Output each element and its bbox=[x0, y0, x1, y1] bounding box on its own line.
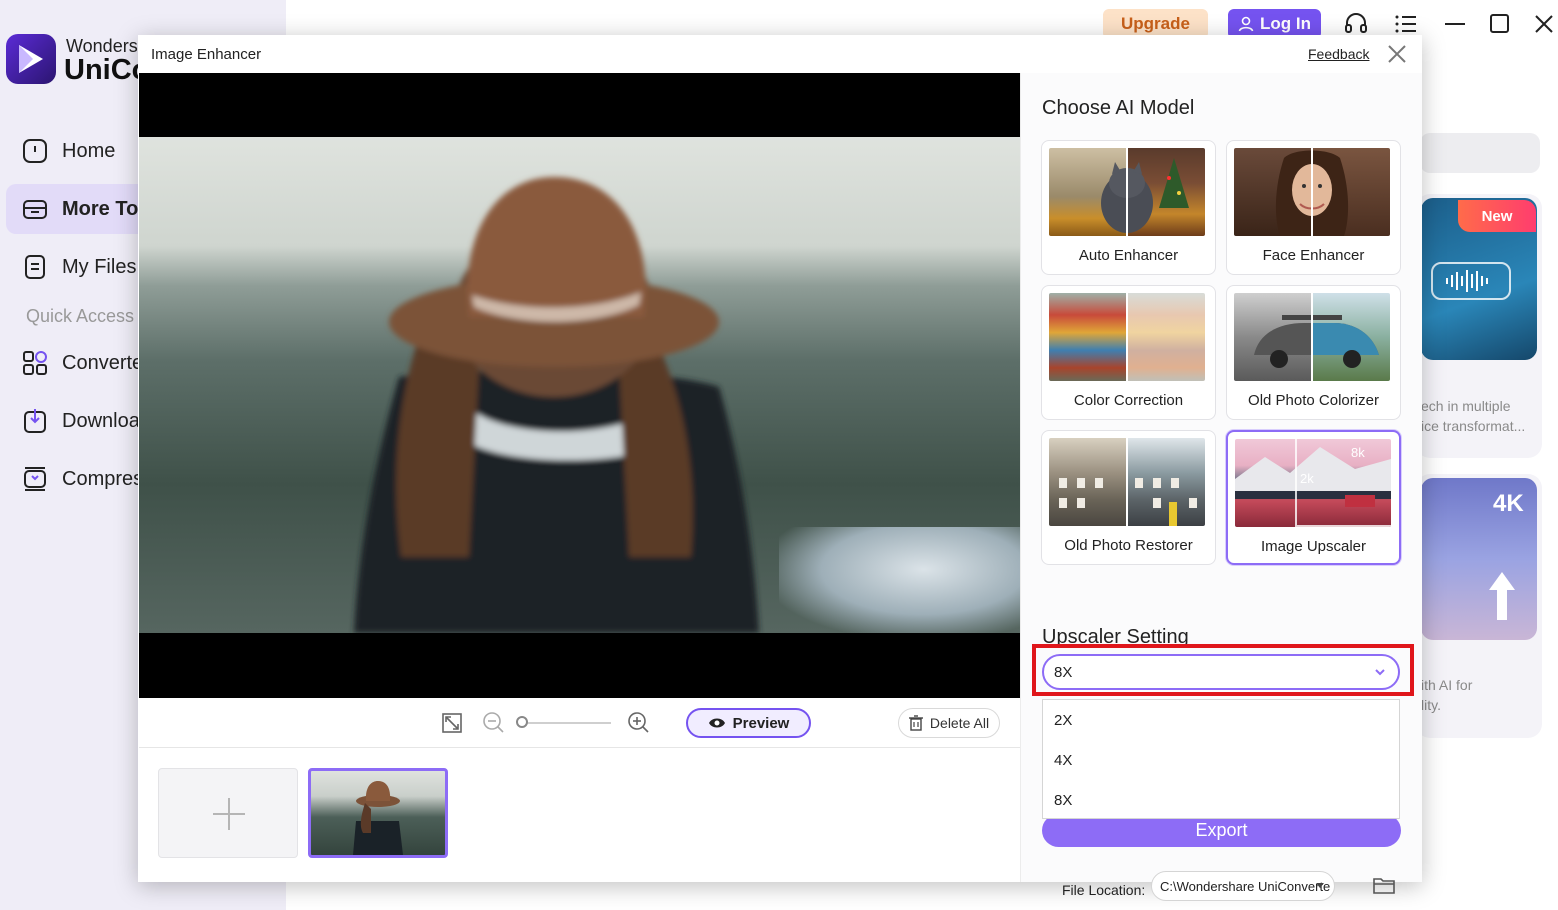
image-enhancer-dialog: Image Enhancer Feedback Preview Delete A… bbox=[138, 35, 1422, 901]
old-photo-colorizer-preview bbox=[1234, 293, 1390, 381]
compress-icon bbox=[24, 467, 46, 491]
sidebar-item-label: Downloa bbox=[62, 409, 140, 432]
eye-icon bbox=[708, 718, 725, 728]
headset-icon[interactable] bbox=[1344, 12, 1368, 36]
file-location-label: File Location: bbox=[1062, 882, 1146, 898]
model-label: Auto Enhancer bbox=[1078, 247, 1179, 264]
zoom-slider-track[interactable] bbox=[521, 722, 611, 724]
feedback-link[interactable]: Feedback bbox=[1308, 46, 1369, 62]
quick-access-label: Quick Access bbox=[26, 306, 135, 326]
thumbnail-person-image bbox=[353, 781, 403, 855]
arrow-up-icon bbox=[1489, 572, 1515, 620]
waveform-icon bbox=[1431, 262, 1511, 300]
close-window-icon[interactable] bbox=[1532, 12, 1556, 36]
image-preview bbox=[139, 73, 1020, 698]
folder-icon[interactable] bbox=[1373, 876, 1395, 894]
delete-all-label: Delete All bbox=[929, 715, 990, 731]
model-label: Image Upscaler bbox=[1260, 538, 1367, 555]
preview-toolbar: Preview Delete All bbox=[139, 698, 1020, 748]
highlight-annotation bbox=[1032, 644, 1414, 696]
preview-photo bbox=[139, 137, 1020, 633]
zoom-out-icon[interactable] bbox=[482, 711, 504, 733]
dialog-title: Image Enhancer bbox=[151, 46, 262, 63]
trash-icon bbox=[908, 715, 923, 731]
upscale-options-dropdown: 2X 4X 8X bbox=[1042, 699, 1400, 819]
model-card-image-upscaler[interactable]: 2k 8k Image Upscaler bbox=[1226, 430, 1401, 565]
feature-desc: ice transformat... bbox=[1421, 418, 1526, 434]
home-icon bbox=[23, 139, 47, 163]
face-enhancer-preview bbox=[1234, 148, 1390, 236]
user-icon bbox=[1238, 16, 1254, 32]
preview-button[interactable]: Preview bbox=[686, 708, 811, 738]
model-card-old-photo-restorer[interactable]: Old Photo Restorer bbox=[1041, 430, 1216, 565]
files-icon bbox=[25, 255, 45, 279]
chevron-down-icon bbox=[1316, 883, 1324, 888]
option-8x[interactable]: 8X bbox=[1043, 780, 1399, 820]
zoom-in-icon[interactable] bbox=[627, 711, 649, 733]
model-card-color-correction[interactable]: Color Correction bbox=[1041, 285, 1216, 420]
sidebar-item-label: Compres bbox=[62, 467, 144, 490]
close-icon[interactable] bbox=[1386, 43, 1408, 65]
fit-screen-icon[interactable] bbox=[441, 712, 463, 734]
add-image-button[interactable] bbox=[158, 768, 298, 858]
search-bar[interactable] bbox=[1420, 133, 1540, 173]
model-card-face-enhancer[interactable]: Face Enhancer bbox=[1226, 140, 1401, 275]
converter-icon bbox=[23, 351, 47, 375]
model-label: Face Enhancer bbox=[1262, 247, 1365, 264]
feature-desc: ech in multiple bbox=[1421, 398, 1511, 414]
model-label: Old Photo Colorizer bbox=[1248, 392, 1379, 409]
sidebar-item-label: Home bbox=[62, 139, 116, 162]
option-2x[interactable]: 2X bbox=[1043, 700, 1399, 740]
feature-desc: ith AI for bbox=[1421, 677, 1473, 693]
file-location-value: C:\Wondershare UniConverte bbox=[1160, 878, 1331, 894]
image-thumbnail[interactable] bbox=[308, 768, 448, 858]
minimize-icon[interactable] bbox=[1443, 12, 1467, 36]
person-with-hat-image bbox=[354, 177, 759, 633]
upscale-badge-8k: 8k bbox=[1351, 445, 1365, 460]
feature-desc: lity. bbox=[1421, 697, 1441, 713]
option-4x[interactable]: 4X bbox=[1043, 740, 1399, 780]
login-label: Log In bbox=[1260, 14, 1311, 33]
auto-enhancer-preview bbox=[1049, 148, 1205, 236]
file-location-select[interactable]: C:\Wondershare UniConverte bbox=[1151, 871, 1335, 901]
upscale-badge-2k: 2k bbox=[1300, 471, 1314, 486]
settings-panel: Choose AI Model Auto Enhancer Face Enhan… bbox=[1020, 73, 1422, 901]
model-card-auto-enhancer[interactable]: Auto Enhancer bbox=[1041, 140, 1216, 275]
old-photo-restorer-preview bbox=[1049, 438, 1205, 526]
toolbox-icon bbox=[23, 200, 47, 219]
choose-model-title: Choose AI Model bbox=[1042, 97, 1195, 119]
image-upscaler-preview: 2k 8k bbox=[1235, 439, 1391, 527]
model-label: Color Correction bbox=[1073, 392, 1184, 409]
sidebar-item-label: More To bbox=[62, 197, 139, 220]
download-icon bbox=[24, 409, 46, 433]
4k-badge: 4K bbox=[1493, 490, 1524, 517]
model-label: Old Photo Restorer bbox=[1064, 537, 1193, 554]
maximize-icon[interactable] bbox=[1488, 12, 1512, 36]
app-logo bbox=[6, 34, 56, 84]
model-card-old-photo-colorizer[interactable]: Old Photo Colorizer bbox=[1226, 285, 1401, 420]
delete-all-button[interactable]: Delete All bbox=[898, 708, 1000, 738]
menu-icon[interactable] bbox=[1394, 12, 1418, 36]
preview-label: Preview bbox=[732, 714, 790, 732]
brand-name-large: UniCo bbox=[64, 54, 150, 86]
sidebar-item-label: Converte bbox=[62, 351, 144, 374]
color-correction-preview bbox=[1049, 293, 1205, 381]
sidebar-item-label: My Files bbox=[62, 255, 137, 278]
plus-icon bbox=[213, 798, 245, 830]
zoom-slider-handle[interactable] bbox=[516, 716, 528, 728]
feature-image-4k: 4K bbox=[1421, 478, 1537, 640]
new-badge: New bbox=[1458, 200, 1536, 232]
